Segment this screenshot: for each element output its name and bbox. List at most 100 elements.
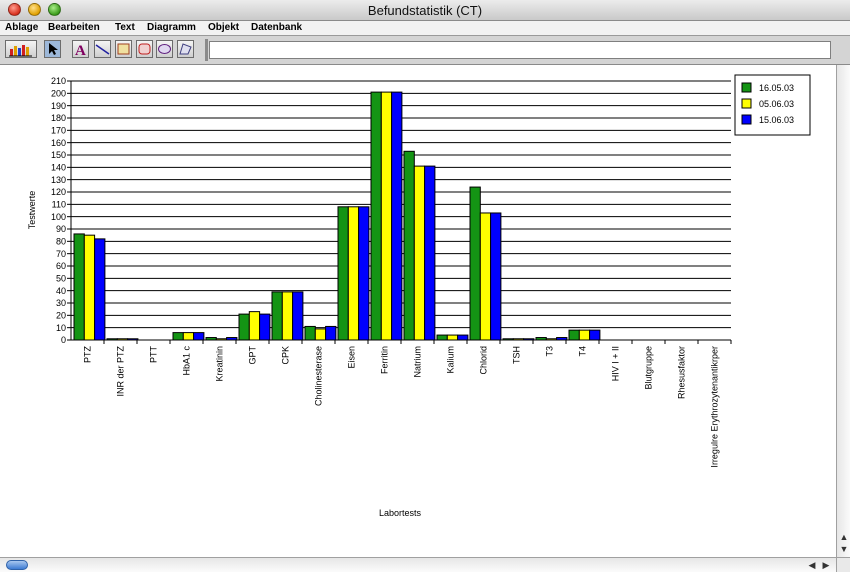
chart-area: 0 10 20 30 40 50 60 70 80 90 100 110 120 130 140 150 160… [27,74,811,518]
bar-1 [337,206,349,341]
scroll-down-arrow-icon[interactable]: ▼ [838,543,850,555]
y-tick-label: 210 [51,76,66,86]
x-tick-label: T3 [545,346,555,357]
vertical-scrollbar[interactable]: ▲ ▼ [836,65,850,557]
menu-objekt[interactable]: Objekt [208,22,239,33]
legend-label: 05.06.03 [759,99,794,109]
y-tick-label: 120 [51,187,66,197]
menu-ablage[interactable]: Ablage [5,22,38,33]
legend-label: 16.05.03 [759,83,794,93]
y-tick-label: 80 [56,237,66,247]
y-tick-label: 10 [56,323,66,333]
polygon-tool-icon[interactable] [177,40,194,58]
x-tick-label: T4 [578,346,588,357]
x-tick-label: HIV I + II [611,346,621,381]
y-tick-label: 20 [56,311,66,321]
bar-2 [281,291,294,341]
x-tick-label: Chlorid [479,346,489,375]
horizontal-scrollbar[interactable]: ◀ ▶ [0,557,836,572]
x-tick-label: Cholinesterase [314,346,324,406]
x-tick-label: Irregulre Erythrozytenantikrper [710,346,720,468]
x-tick-label: HbA1 c [182,346,192,376]
x-tick-label: INR der PTZ [116,346,126,397]
scroll-up-arrow-icon[interactable]: ▲ [838,531,850,543]
arrow-pointer-icon[interactable] [44,40,61,58]
resize-corner[interactable] [836,557,850,572]
x-tick-label: CPK [281,346,291,365]
x-tick-label: Ferritin [380,346,390,374]
bar-1 [172,332,184,341]
window-title: Befundstatistik (CT) [367,3,483,18]
bar-3 [589,329,601,341]
bar-2 [413,165,426,341]
bar-2 [446,334,459,341]
bar-3 [358,206,370,341]
legend-swatch [741,82,752,93]
y-tick-label: 140 [51,163,66,173]
x-tick-label: PTZ [83,345,93,363]
bar-3 [424,165,436,341]
x-tick-label: PTT [149,345,159,363]
legend-swatch [741,114,752,125]
menu-text[interactable]: Text [115,22,135,33]
toolbar-divider [205,39,208,61]
bar-3 [193,332,205,341]
legend: 16.05.03 05.06.03 15.06.03 [734,74,811,136]
y-tick-label: 50 [56,274,66,284]
y-tick-label: 200 [51,89,66,99]
bar-1 [73,233,85,341]
x-axis-label: Labortests [379,508,422,518]
bar-2 [248,311,261,341]
rounded-rectangle-tool-icon[interactable] [136,40,153,58]
x-tick-label: Eisen [347,346,357,369]
svg-text:A: A [75,43,86,57]
x-tick-label: Kalium [446,346,456,374]
x-tick-label: Blutgruppe [644,346,654,390]
menu-datenbank[interactable]: Datenbank [251,22,302,33]
x-tick-label: TSH [512,346,522,364]
object-text-field[interactable] [209,41,831,59]
scroll-right-arrow-icon[interactable]: ▶ [820,559,832,571]
toolbar: A [0,35,850,65]
y-tick-label: 30 [56,298,66,308]
x-tick-label: Natrium [413,346,423,378]
y-axis-label: Testwerte [27,191,37,230]
bar-1 [304,325,316,341]
x-tick-label: Rhesusfaktor [677,346,687,399]
rectangle-tool-icon[interactable] [115,40,132,58]
legend-label: 15.06.03 [759,115,794,125]
bar-1 [370,91,382,341]
menu-diagramm[interactable]: Diagramm [147,22,196,33]
y-tick-label: 60 [56,261,66,271]
y-tick-label: 170 [51,126,66,136]
horizontal-scroll-thumb[interactable] [6,560,28,570]
text-tool-icon[interactable]: A [72,40,89,58]
bar-3 [94,238,106,341]
bar-2 [380,91,393,341]
ellipse-tool-icon[interactable] [156,40,173,58]
x-tick-label: Kreatinin [215,346,225,382]
bar-3 [391,91,403,341]
bar-3 [490,212,502,341]
bar-2 [182,332,195,341]
y-tick-label: 130 [51,175,66,185]
y-tick-label: 110 [52,200,66,210]
chart-tool-icon[interactable] [5,40,37,58]
y-tick-label: 180 [51,113,66,123]
bar-1 [436,334,448,341]
line-tool-icon[interactable] [94,40,111,58]
scroll-left-arrow-icon[interactable]: ◀ [806,559,818,571]
y-tick-label: 70 [56,249,66,259]
y-tick-label: 40 [56,286,66,296]
y-tick-label: 0 [61,335,66,345]
bar-1 [403,150,415,341]
bar-2 [479,212,492,341]
y-tick-label: 90 [56,224,66,234]
bar-2 [314,328,327,341]
menu-bearbeiten[interactable]: Bearbeiten [48,22,100,33]
y-tick-labels: 0 10 20 30 40 50 60 70 80 90 100 110 120 130 140 150 160… [51,76,66,345]
bar-1 [568,329,580,341]
window-titlebar: Befundstatistik (CT) [0,0,850,21]
bar-3 [292,291,304,341]
y-tick-label: 100 [51,212,66,222]
